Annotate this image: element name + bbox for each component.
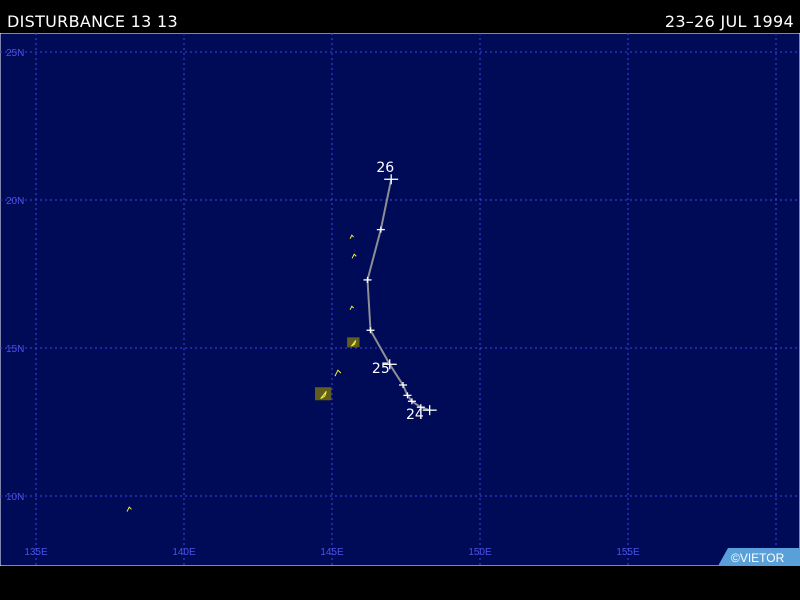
track-map: 25N20N15N10N135E140E145E150E155E160E 242… bbox=[0, 33, 800, 566]
longitude-label: 155E bbox=[616, 547, 640, 558]
latitude-label: 25N bbox=[6, 48, 24, 59]
credit-badge: ©VIETOR bbox=[718, 548, 800, 566]
ocean-background bbox=[0, 33, 800, 566]
longitude-label: 150E bbox=[468, 547, 492, 558]
latitude-label: 20N bbox=[6, 196, 24, 207]
latitude-label: 15N bbox=[6, 344, 24, 355]
longitude-label: 140E bbox=[172, 547, 196, 558]
longitude-label: 145E bbox=[320, 547, 344, 558]
island-guam bbox=[314, 387, 332, 401]
day-label: 25 bbox=[372, 361, 390, 377]
storm-dates: 23–26 JUL 1994 bbox=[664, 12, 794, 31]
footer-bar bbox=[0, 566, 800, 600]
header-bar: DISTURBANCE 13 13 23–26 JUL 1994 bbox=[0, 0, 800, 33]
day-label: 26 bbox=[376, 160, 394, 176]
latitude-label: 10N bbox=[6, 492, 24, 503]
longitude-label: 135E bbox=[24, 547, 48, 558]
day-label: 24 bbox=[406, 407, 424, 423]
storm-title: DISTURBANCE 13 13 bbox=[7, 12, 178, 31]
credit-label: ©VIETOR bbox=[731, 551, 785, 565]
island-saipan bbox=[347, 337, 360, 348]
